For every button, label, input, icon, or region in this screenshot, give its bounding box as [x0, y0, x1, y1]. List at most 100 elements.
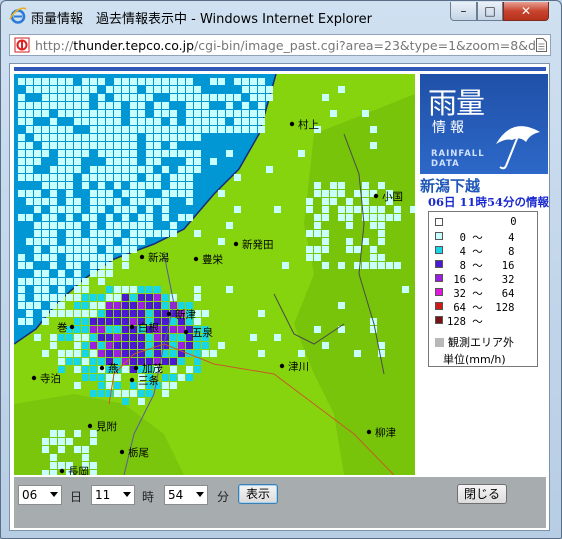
radar-cell: [138, 198, 145, 205]
radar-cell: [138, 182, 145, 189]
day-select[interactable]: 06: [18, 485, 62, 505]
rainfall-logo: 雨量 情報 RAINFALL DATA: [420, 74, 548, 174]
radar-cell: [130, 78, 137, 85]
radar-cell: [242, 126, 249, 133]
radar-cell: [74, 366, 81, 373]
radar-cell: [90, 342, 97, 349]
close-button[interactable]: 閉じる: [457, 484, 507, 504]
radar-cell: [82, 446, 89, 453]
radar-cell: [138, 94, 145, 101]
radar-cell: [202, 110, 209, 117]
radar-cell: [194, 126, 201, 133]
radar-cell: [74, 334, 81, 341]
radar-cell: [194, 294, 201, 301]
radar-cell: [18, 110, 25, 117]
radar-cell: [186, 166, 193, 173]
city-label: 加茂: [142, 362, 163, 375]
radar-cell: [50, 126, 57, 133]
radar-cell: [226, 94, 233, 101]
window-title: 雨量情報 過去情報表示中 - Windows Internet Explorer: [31, 12, 372, 27]
legend-row: 16 ～ 32: [433, 272, 537, 286]
radar-cell: [226, 102, 233, 109]
radar-cell: [370, 262, 377, 269]
radar-cell: [274, 206, 281, 213]
radar-cell: [106, 262, 113, 269]
address-url[interactable]: http://thunder.tepco.co.jp/cgi-bin/image…: [35, 38, 535, 53]
radar-cell: [266, 166, 273, 173]
title-bar[interactable]: 雨量情報 過去情報表示中 - Windows Internet Explorer…: [1, 1, 561, 31]
radar-cell: [154, 294, 161, 301]
radar-cell: [18, 302, 25, 309]
radar-cell: [146, 286, 153, 293]
radar-cell: [34, 294, 41, 301]
radar-cell: [106, 222, 113, 229]
minimize-button[interactable]: –: [450, 2, 477, 21]
radar-cell: [26, 198, 33, 205]
radar-cell: [130, 390, 137, 397]
radar-cell: [194, 230, 201, 237]
radar-cell: [226, 110, 233, 117]
radar-cell: [266, 86, 273, 93]
radar-cell: [194, 358, 201, 365]
radar-cell: [74, 294, 81, 301]
radar-cell: [122, 310, 129, 317]
city-dot: [193, 256, 199, 262]
radar-cell: [146, 118, 153, 125]
radar-cell: [18, 166, 25, 173]
radar-cell: [106, 390, 113, 397]
hour-select[interactable]: 11: [91, 485, 135, 505]
radar-cell: [82, 310, 89, 317]
radar-cell: [362, 190, 369, 197]
radar-cell: [226, 150, 233, 157]
radar-cell: [194, 134, 201, 141]
radar-cell: [178, 190, 185, 197]
radar-cell: [50, 342, 57, 349]
radar-cell: [90, 350, 97, 357]
radar-cell: [258, 86, 265, 93]
radar-cell: [50, 302, 57, 309]
url-host: thunder.tepco.co.jp: [73, 38, 195, 53]
radar-cell: [186, 118, 193, 125]
legend-label: 16 ～ 32: [447, 274, 515, 286]
radar-cell: [122, 174, 129, 181]
maximize-button[interactable]: □: [477, 2, 503, 21]
radar-cell: [42, 238, 49, 245]
legend-label: 0: [447, 216, 517, 228]
radar-cell: [162, 390, 169, 397]
address-bar[interactable]: http://thunder.tepco.co.jp/cgi-bin/image…: [9, 34, 551, 56]
radar-cell: [50, 198, 57, 205]
close-window-button[interactable]: ✕: [503, 2, 549, 21]
radar-cell: [394, 214, 401, 221]
radar-cell: [122, 350, 129, 357]
radar-cell: [322, 262, 329, 269]
minute-select[interactable]: 54: [164, 485, 208, 505]
radar-cell: [74, 222, 81, 229]
radar-cell: [66, 182, 73, 189]
radar-cell: [306, 246, 313, 253]
radar-cell: [154, 302, 161, 309]
radar-cell: [146, 350, 153, 357]
radar-cell: [74, 118, 81, 125]
radar-cell: [74, 350, 81, 357]
city-dot: [59, 468, 65, 474]
radar-cell: [34, 334, 41, 341]
radar-cell: [258, 110, 265, 117]
radar-cell: [58, 134, 65, 141]
time-controls: 06 日 11 時 54 分 表示 閉じる: [14, 477, 546, 528]
radar-cell: [154, 230, 161, 237]
radar-cell: [258, 94, 265, 101]
radar-cell: [314, 214, 321, 221]
radar-cell: [146, 94, 153, 101]
radar-cell: [338, 182, 345, 189]
radar-cell: [90, 294, 97, 301]
radar-cell: [162, 190, 169, 197]
city-label: 三条: [138, 374, 159, 387]
radar-cell: [146, 334, 153, 341]
radar-cell: [170, 174, 177, 181]
radar-cell: [114, 142, 121, 149]
radar-cell: [162, 358, 169, 365]
radar-cell: [74, 430, 81, 437]
radar-cell: [338, 302, 345, 309]
show-button[interactable]: 表示: [238, 484, 278, 504]
legend-label: 64 ～ 128: [447, 302, 515, 314]
